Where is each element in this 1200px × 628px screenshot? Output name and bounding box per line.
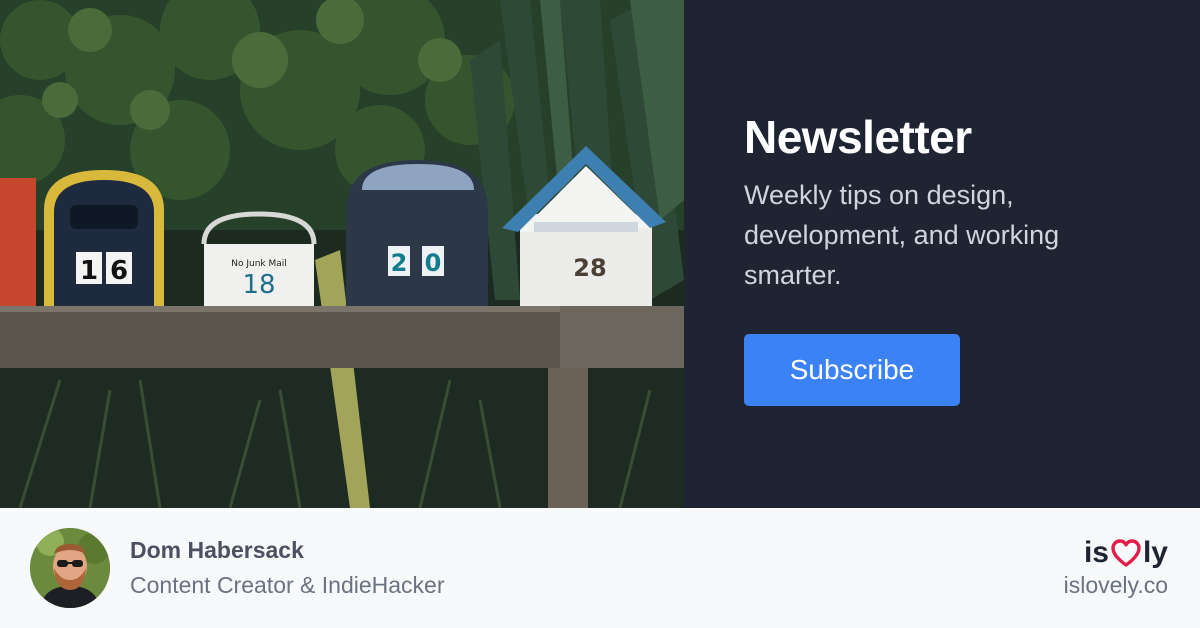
newsletter-title: Newsletter <box>744 111 972 163</box>
hero-section: 1 6 No Junk Mail 18 2 0 28 Newsletter We… <box>0 0 1200 508</box>
svg-text:28: 28 <box>573 254 606 282</box>
brand-logo-right: ly <box>1142 536 1168 569</box>
svg-text:2: 2 <box>391 249 408 277</box>
author-avatar <box>30 528 110 608</box>
svg-text:6: 6 <box>110 256 128 286</box>
svg-text:18: 18 <box>242 270 275 300</box>
newsletter-description: Weekly tips on design, development, and … <box>744 180 1060 290</box>
svg-text:No Junk Mail: No Junk Mail <box>231 259 287 269</box>
svg-text:1: 1 <box>80 256 98 286</box>
brand-logo-left: is <box>1083 536 1109 569</box>
author-role: Content Creator & IndieHacker <box>130 572 445 598</box>
newsletter-panel: Newsletter Weekly tips on design, develo… <box>684 0 1200 508</box>
author-name: Dom Habersack <box>130 537 304 563</box>
subscribe-button[interactable]: Subscribe <box>744 334 960 406</box>
brand-logo[interactable]: is ly <box>1084 536 1168 570</box>
svg-text:0: 0 <box>425 249 442 277</box>
heart-icon <box>1110 538 1142 568</box>
footer-bar: Dom Habersack Content Creator & IndieHac… <box>0 508 1200 628</box>
website-link[interactable]: islovely.co <box>1064 572 1168 599</box>
hero-photo-mailboxes: 1 6 No Junk Mail 18 2 0 28 <box>0 0 684 508</box>
